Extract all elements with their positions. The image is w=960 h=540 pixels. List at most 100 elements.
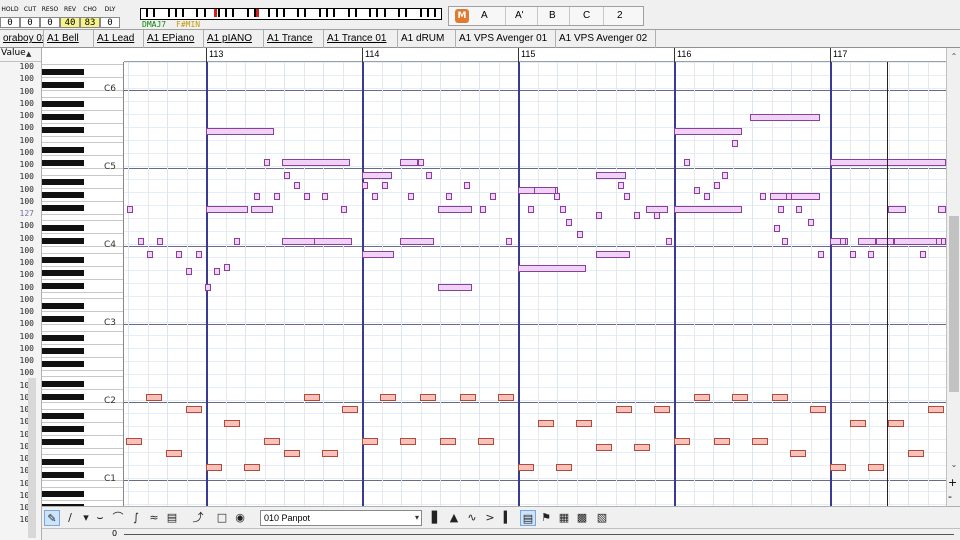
black-key[interactable] [42,179,84,185]
value-row[interactable]: 100 [0,62,34,74]
note[interactable] [464,182,470,189]
note[interactable] [294,182,300,189]
note-lower[interactable] [888,420,904,427]
note-lower[interactable] [752,438,768,445]
note-lower[interactable] [304,394,320,401]
value-row[interactable]: 100 [0,270,34,282]
note[interactable] [634,212,640,219]
erase-tool-icon[interactable]: ◉ [232,510,248,526]
note[interactable] [322,193,328,200]
value-row[interactable]: 100 [0,172,34,184]
value-row[interactable]: 100 [0,307,34,319]
note[interactable] [782,238,788,245]
black-key[interactable] [42,224,84,231]
cc-select[interactable]: 010 Panpot ▾ [260,510,422,526]
note[interactable] [418,159,424,166]
value-row[interactable]: 100 [0,283,34,295]
scroll-down-arrow-icon[interactable]: ⌄ [949,460,959,469]
piano-roll[interactable]: 113 114 115 116 117 [124,48,946,506]
zoom-out-button[interactable]: - [948,490,952,503]
note[interactable] [808,219,814,226]
note[interactable] [251,206,273,213]
note[interactable] [560,206,566,213]
note-view-icon[interactable]: ▤ [520,510,536,526]
note-lower[interactable] [928,406,944,413]
note-lower[interactable] [790,450,806,457]
note-lower[interactable] [362,438,378,445]
note[interactable] [362,182,368,189]
playback-cursor[interactable] [887,62,888,506]
note[interactable] [596,251,630,258]
black-key[interactable] [42,270,84,276]
marker-2[interactable]: 2 [617,10,623,21]
note[interactable] [868,251,874,258]
note[interactable] [518,265,586,272]
note[interactable] [284,172,290,179]
note[interactable] [234,238,240,245]
note[interactable] [176,251,182,258]
note[interactable] [206,128,274,135]
black-key[interactable] [42,413,84,419]
note-lower[interactable] [908,450,924,457]
curve-tool-icon[interactable]: ⌣ [92,510,108,526]
note[interactable] [362,251,394,258]
track-tab[interactable]: A1 VPS Avenger 01 [456,30,556,48]
horizontal-scrollbar[interactable]: 0 [42,528,960,540]
black-key[interactable] [42,439,84,445]
note[interactable] [400,238,434,245]
black-key[interactable] [42,426,84,432]
marker-b[interactable]: B [549,10,556,21]
note[interactable] [694,187,700,194]
note[interactable] [830,159,946,166]
black-key[interactable] [42,127,84,133]
note[interactable] [760,193,766,200]
apply-tool-icon[interactable]: ⤴ [190,510,206,526]
freehand-tool-icon[interactable]: ≈ [146,510,162,526]
note-lower[interactable] [654,406,670,413]
pencil-tool-icon[interactable]: ✎ [44,510,60,526]
mini-keyboard[interactable] [140,8,442,20]
note[interactable] [304,193,310,200]
scroll-up-arrow-icon[interactable]: ⌃ [949,52,959,61]
note-lower[interactable] [868,464,884,471]
black-key[interactable] [42,257,84,263]
black-key[interactable] [42,192,84,198]
note[interactable] [446,193,452,200]
note[interactable] [674,206,742,213]
value-row[interactable]: 127 [0,209,34,221]
s-curve-tool-icon[interactable]: ∫ [128,510,144,526]
note[interactable] [566,219,572,226]
note[interactable] [920,251,926,258]
note[interactable] [224,264,230,271]
note[interactable] [750,114,820,121]
value-row[interactable]: 100 [0,332,34,344]
black-key[interactable] [42,471,84,478]
note-lower[interactable] [264,438,280,445]
note-lower[interactable] [732,394,748,401]
control-value[interactable]: 0 [0,17,20,28]
value-row[interactable]: 100 [0,99,34,111]
note[interactable] [796,206,802,213]
note[interactable] [732,140,738,147]
note[interactable] [850,251,856,258]
note[interactable] [938,206,946,213]
note[interactable] [596,172,626,179]
note[interactable] [205,284,211,291]
level-meter-icon[interactable]: ▍ [500,510,516,526]
note[interactable] [438,206,472,213]
note-lower[interactable] [674,438,690,445]
greater-than-icon[interactable]: > [482,510,498,526]
note-lower[interactable] [616,406,632,413]
value-row[interactable]: 100 [0,123,34,135]
note[interactable] [888,206,906,213]
note[interactable] [480,206,486,213]
note[interactable] [147,251,153,258]
note[interactable] [666,238,672,245]
black-key[interactable] [42,101,84,107]
track-tab[interactable]: A1 Trance [264,30,324,48]
value-row[interactable]: 100 [0,234,34,246]
note-lower[interactable] [478,438,494,445]
note-lower[interactable] [224,420,240,427]
note[interactable] [596,212,602,219]
step-tool-icon[interactable]: ▤ [164,510,180,526]
